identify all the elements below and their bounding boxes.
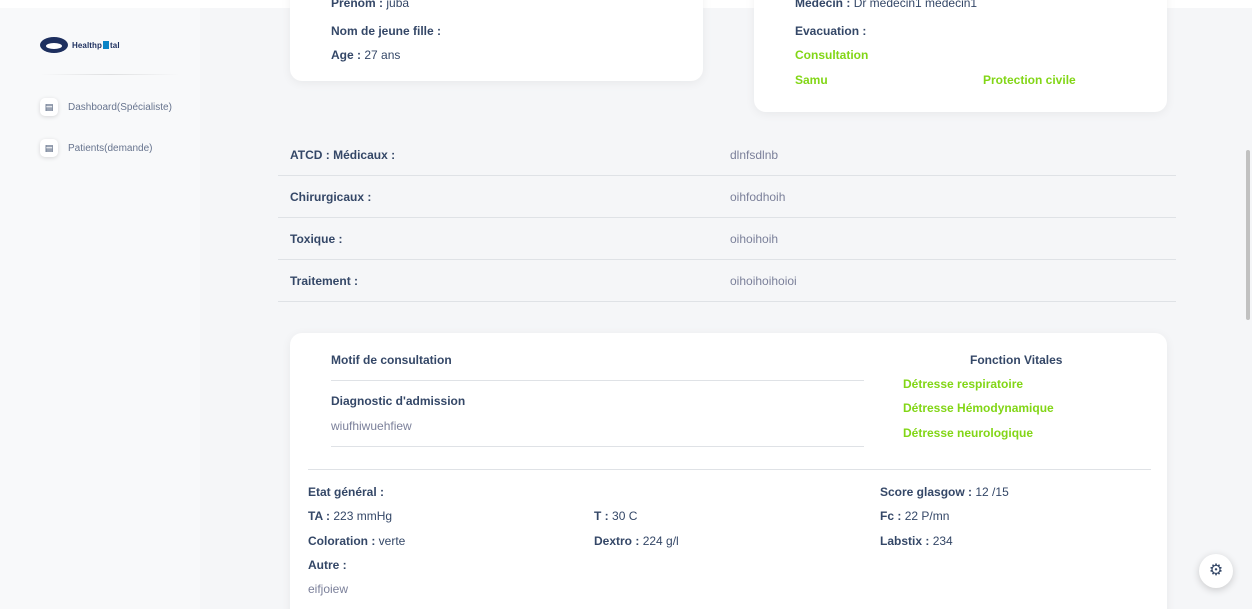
detresse-neurologique: Détresse neurologique	[903, 426, 1034, 440]
row-value: dlnfsdlnb	[730, 148, 779, 162]
evacuation-card: Médecin : Dr medecin1 medecin1 Evacuatio…	[754, 0, 1167, 112]
atcd-row: Traitement : oihoihoihoioi	[278, 260, 1176, 302]
nom-jeune-fille-label: Nom de jeune fille :	[331, 24, 442, 38]
fonction-vitales-title: Fonction Vitales	[970, 353, 1063, 367]
sidebar-item-label: Dashboard(Spécialiste)	[68, 101, 172, 113]
fc-line: Fc : 22 P/mn	[880, 509, 950, 523]
medecin-line: Médecin : Dr medecin1 medecin1	[795, 0, 978, 10]
row-label: Toxique :	[290, 232, 343, 246]
age-line: Age : 27 ans	[331, 48, 401, 62]
prenom-line: Prénom : juba	[331, 0, 410, 10]
detresse-respiratoire: Détresse respiratoire	[903, 377, 1024, 391]
consultation-option: Consultation	[795, 48, 869, 62]
ta-line: TA : 223 mmHg	[308, 509, 393, 523]
coloration-line: Coloration : verte	[308, 534, 406, 548]
atcd-row: ATCD : Médicaux : dlnfsdlnb	[278, 134, 1176, 176]
temperature-line: T : 30 C	[594, 509, 638, 523]
row-value: oihoihoih	[730, 232, 779, 246]
gear-icon: ⚙	[1208, 562, 1224, 579]
divider	[331, 446, 864, 447]
atcd-row: Chirurgicaux : oihfodhoih	[278, 176, 1176, 218]
glasgow-line: Score glasgow : 12 /15	[880, 485, 1009, 499]
atcd-row: Toxique : oihoihoih	[278, 218, 1176, 260]
sidebar-divider	[40, 74, 180, 75]
settings-button[interactable]: ⚙	[1199, 554, 1233, 588]
sidebar: Healthp tal ▤ Dashboard(Spécialiste) ▤ Pa…	[0, 8, 200, 609]
divider	[331, 380, 864, 381]
store-icon: ▤	[40, 98, 58, 116]
consultation-card: Motif de consultation Diagnostic d'admis…	[290, 333, 1167, 609]
sidebar-item-dashboard[interactable]: ▤ Dashboard(Spécialiste)	[40, 98, 172, 116]
divider	[308, 469, 1151, 470]
samu-option: Samu	[795, 73, 828, 87]
row-value: oihoihoihoioi	[730, 274, 797, 288]
detresse-hemodynamique: Détresse Hémodynamique	[903, 401, 1054, 415]
page-scrollbar[interactable]	[1246, 150, 1250, 320]
sidebar-item-label: Patients(demande)	[68, 142, 153, 154]
row-label: ATCD : Médicaux :	[290, 148, 396, 162]
row-label: Chirurgicaux :	[290, 190, 372, 204]
etat-general-label: Etat général :	[308, 485, 385, 499]
app-logo[interactable]: Healthp tal	[40, 37, 120, 53]
logo-text: Healthp tal	[72, 40, 120, 50]
sidebar-item-patients[interactable]: ▤ Patients(demande)	[40, 139, 153, 157]
store-icon: ▤	[40, 139, 58, 157]
evacuation-label: Evacuation :	[795, 24, 867, 38]
logo-icon	[40, 37, 68, 53]
row-label: Traitement :	[290, 274, 359, 288]
diagnostic-label: Diagnostic d'admission	[331, 394, 466, 408]
protection-civile-option: Protection civile	[983, 73, 1076, 87]
motif-consultation-label: Motif de consultation	[331, 353, 452, 367]
row-value: oihfodhoih	[730, 190, 786, 204]
labstix-line: Labstix : 234	[880, 534, 953, 548]
dextro-line: Dextro : 224 g/l	[594, 534, 679, 548]
patient-info-card: Prénom : juba Nom de jeune fille : Age :…	[290, 0, 703, 81]
autre-value: eifjoiew	[308, 582, 349, 596]
diagnostic-value: wiufhiwuehfiew	[331, 419, 412, 433]
autre-label: Autre :	[308, 558, 347, 572]
